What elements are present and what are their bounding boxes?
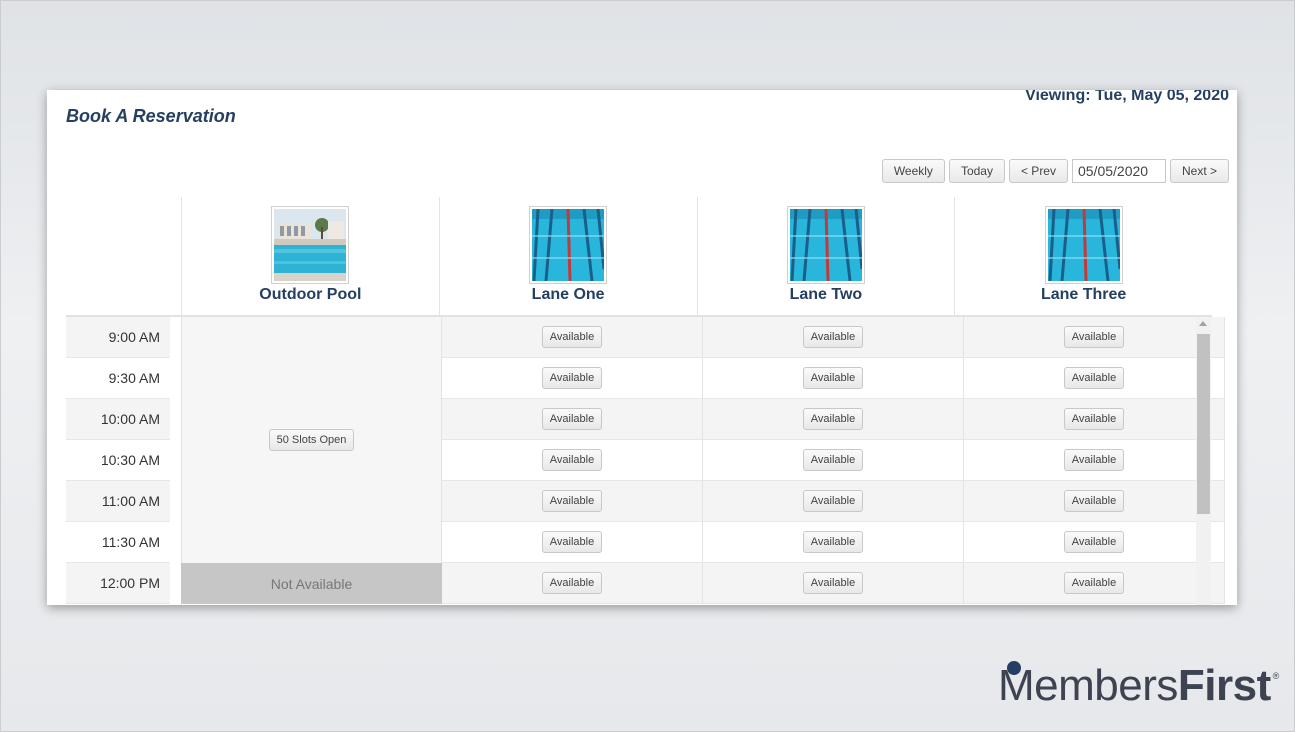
slot-cell: Available [703,563,964,603]
table-row: Available Available Available [442,358,1225,399]
available-button[interactable]: Available [541,449,603,471]
time-column: 9:00 AM 9:30 AM 10:00 AM 10:30 AM 11:00 … [66,317,170,604]
logo-registered: ® [1272,671,1280,681]
slot-cell: Available [703,522,964,562]
table-row: Available Available Available [442,481,1225,522]
slot-cell: Available [442,317,703,357]
slot-cell: Available [442,563,703,603]
slot-cell: Available [703,399,964,439]
slot-cell: Available [442,481,703,521]
slot-cell: Available [442,522,703,562]
lane-three-photo [1044,206,1123,284]
time-label: 9:30 AM [66,358,170,399]
table-row: Available Available Available [442,522,1225,563]
slot-cell: Available [442,440,703,480]
resource-name: Lane Three [1040,286,1127,303]
slot-cell: Available [442,399,703,439]
time-label: 12:00 PM [66,563,170,604]
available-button[interactable]: Available [1063,367,1125,389]
slot-cell: Available [964,522,1225,562]
logo-first: First [1177,661,1271,710]
available-button[interactable]: Available [541,572,603,594]
available-button[interactable]: Available [802,490,864,512]
slot-cell: Available [964,440,1225,480]
resource-name: Lane One [531,286,605,303]
page-title: Book A Reservation [66,106,236,126]
date-input[interactable] [1071,159,1166,183]
slot-cell: Available [703,440,964,480]
scroll-up-arrow-icon[interactable] [1199,321,1207,326]
lane-two-photo [786,206,865,284]
available-button[interactable]: Available [1063,326,1125,348]
resource-header: Lane Two [696,197,955,315]
viewing-date: Viewing: Tue, May 05, 2020 [1025,90,1229,104]
prev-button[interactable]: < Prev [1008,159,1068,183]
logo-members: Members [998,661,1178,710]
next-button[interactable]: Next > [1169,159,1229,183]
lane-one-photo [529,206,608,284]
resource-name: Lane Two [789,286,863,303]
available-button[interactable]: Available [1063,531,1125,553]
membersfirst-logo: MembersFirst ® [998,661,1279,710]
reservation-panel: Book A Reservation Viewing: Tue, May 05,… [47,90,1237,605]
available-button[interactable]: Available [541,408,603,430]
table-row: Available Available Available [442,563,1225,604]
table-row: Available Available Available [442,399,1225,440]
not-available-cell: Not Available [181,563,442,604]
table-row: Available Available Available [442,440,1225,481]
lane-slots: Available Available Available Available … [442,317,1225,604]
available-button[interactable]: Available [802,449,864,471]
time-label: 11:00 AM [66,481,170,522]
today-button[interactable]: Today [948,159,1005,183]
slot-cell: Available [703,317,964,357]
slot-cell: Available [964,358,1225,398]
slot-cell: Available [964,317,1225,357]
resource-headers: Outdoor Pool Lane One Lane Two Lane Thre… [181,197,1212,315]
available-button[interactable]: Available [1063,408,1125,430]
time-label: 10:30 AM [66,440,170,481]
time-label: 10:00 AM [66,399,170,440]
available-button[interactable]: Available [541,326,603,348]
slot-cell: Available [703,481,964,521]
resource-header: Outdoor Pool [181,197,439,315]
available-button[interactable]: Available [541,531,603,553]
slot-cell: Available [964,481,1225,521]
weekly-button[interactable]: Weekly [881,159,945,183]
available-button[interactable]: Available [1063,449,1125,471]
available-button[interactable]: Available [541,490,603,512]
table-row: Available Available Available [442,317,1225,358]
available-button[interactable]: Available [1063,572,1125,594]
scrollbar-thumb[interactable] [1197,334,1210,514]
time-label: 11:30 AM [66,522,170,563]
available-button[interactable]: Available [802,572,864,594]
resource-header: Lane Three [954,197,1212,315]
slot-cell: Available [964,563,1225,603]
outdoor-pool-photo [271,206,350,284]
resource-header: Lane One [438,197,697,315]
slots-open-button[interactable]: 50 Slots Open [268,429,355,451]
outdoor-pool-block: 50 Slots Open [181,317,442,563]
available-button[interactable]: Available [541,367,603,389]
logo-dot-icon [1007,661,1021,675]
date-toolbar: Weekly Today < Prev Next > [881,159,1229,183]
available-button[interactable]: Available [802,326,864,348]
resource-name: Outdoor Pool [259,286,362,303]
slot-cell: Available [964,399,1225,439]
available-button[interactable]: Available [802,408,864,430]
available-button[interactable]: Available [802,367,864,389]
available-button[interactable]: Available [802,531,864,553]
available-button[interactable]: Available [1063,490,1125,512]
slot-cell: Available [442,358,703,398]
schedule-grid: 9:00 AM 9:30 AM 10:00 AM 10:30 AM 11:00 … [66,315,1225,605]
vertical-scrollbar[interactable] [1196,318,1211,605]
time-label: 9:00 AM [66,317,170,358]
slot-cell: Available [703,358,964,398]
